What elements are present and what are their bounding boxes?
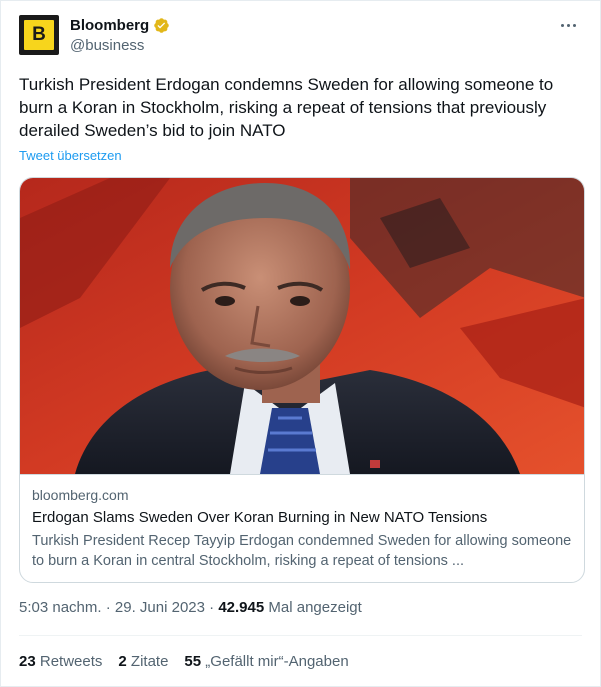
- views-label: Mal angezeigt: [268, 599, 362, 616]
- avatar-logo: B: [24, 20, 54, 50]
- tweet-header: B Bloomberg @business: [19, 15, 582, 57]
- views-count: 42.945: [218, 599, 265, 616]
- likes-count: 55: [184, 653, 202, 670]
- quotes-label: Zitate: [130, 653, 169, 670]
- link-card[interactable]: bloomberg.com Erdogan Slams Sweden Over …: [19, 177, 585, 583]
- translate-link[interactable]: Tweet übersetzen: [19, 148, 122, 163]
- handle[interactable]: @business: [70, 37, 170, 54]
- tweet-time[interactable]: 5:03 nachm.: [19, 599, 102, 616]
- card-title: Erdogan Slams Sweden Over Koran Burning …: [32, 509, 488, 526]
- card-info[interactable]: bloomberg.com Erdogan Slams Sweden Over …: [20, 474, 584, 582]
- meta-separator: ·: [209, 599, 215, 616]
- meta-separator: ·: [105, 599, 111, 616]
- display-name-row: Bloomberg: [70, 15, 170, 35]
- retweets-label: Retweets: [39, 653, 103, 670]
- retweets-stat[interactable]: 23 Retweets: [19, 653, 102, 670]
- quotes-stat[interactable]: 2 Zitate: [118, 653, 168, 670]
- likes-stat[interactable]: 55 „Gefällt mir“-Angaben: [184, 653, 348, 670]
- avatar[interactable]: B: [19, 15, 59, 55]
- more-options-icon[interactable]: [556, 17, 580, 33]
- tweet-container: B Bloomberg @business Turkish President …: [0, 0, 601, 687]
- quotes-count: 2: [118, 653, 127, 670]
- author-names: Bloomberg @business: [70, 15, 170, 54]
- card-description: Turkish President Recep Tayyip Erdogan c…: [32, 533, 572, 569]
- divider: [19, 635, 582, 636]
- retweets-count: 23: [19, 653, 36, 670]
- display-name[interactable]: Bloomberg: [70, 17, 149, 34]
- verified-badge-icon: [154, 17, 169, 33]
- tweet-text: Turkish President Erdogan condemns Swede…: [19, 75, 554, 140]
- tweet-date[interactable]: 29. Juni 2023: [115, 599, 205, 616]
- card-domain: bloomberg.com: [32, 487, 129, 503]
- likes-label: „Gefällt mir“-Angaben: [205, 653, 349, 670]
- tweet-stats: 23 Retweets 2 Zitate 55 „Gefällt mir“-An…: [19, 653, 365, 670]
- card-image[interactable]: [20, 178, 585, 474]
- tweet-meta: 5:03 nachm. · 29. Juni 2023 · 42.945 Mal…: [19, 599, 362, 616]
